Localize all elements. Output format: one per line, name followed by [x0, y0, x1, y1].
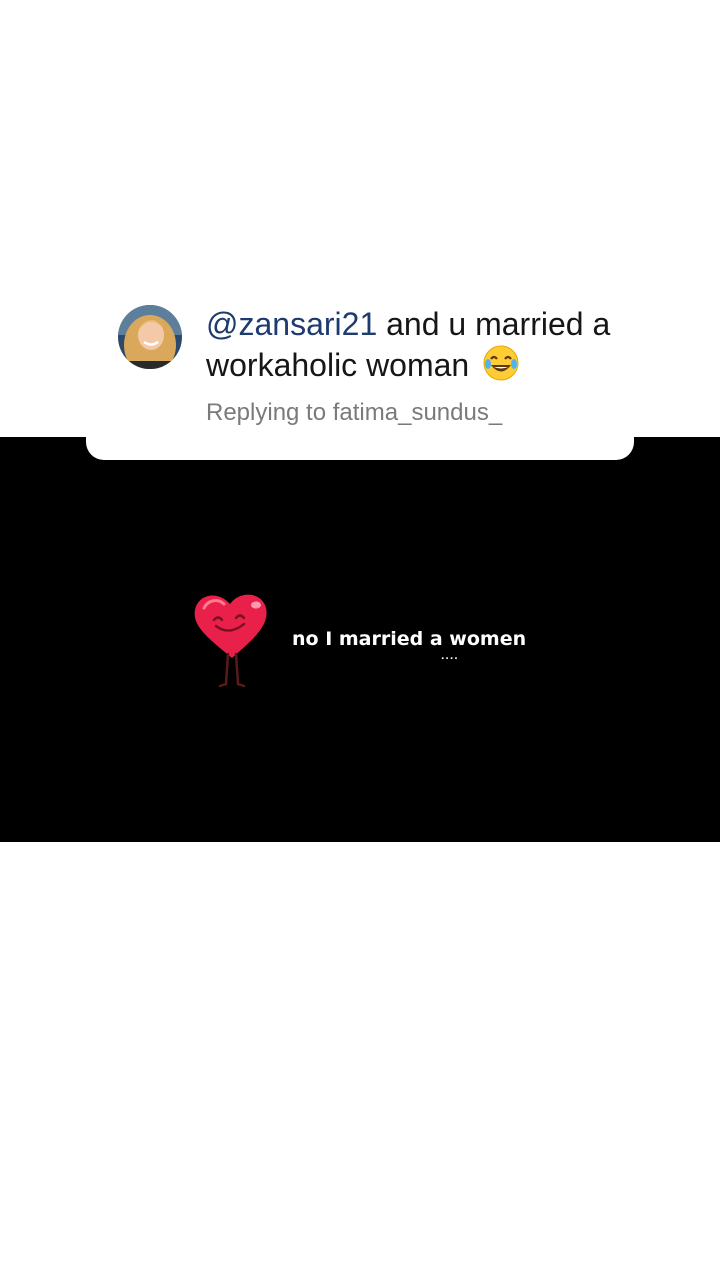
face-with-tears-of-joy-icon — [482, 344, 520, 382]
comment-text: @zansari21 and u married a workaholic wo… — [206, 304, 626, 385]
mention-link[interactable]: @zansari21 — [206, 306, 377, 342]
avatar[interactable] — [118, 305, 182, 369]
video-caption: no I married a women — [292, 628, 527, 650]
caption-dots: .... — [441, 652, 459, 662]
user-avatar-icon — [118, 305, 182, 369]
smiling-heart-icon — [190, 588, 272, 694]
bottom-background — [0, 842, 720, 1280]
replying-to-label[interactable]: Replying to fatima_sundus_ — [206, 398, 502, 428]
